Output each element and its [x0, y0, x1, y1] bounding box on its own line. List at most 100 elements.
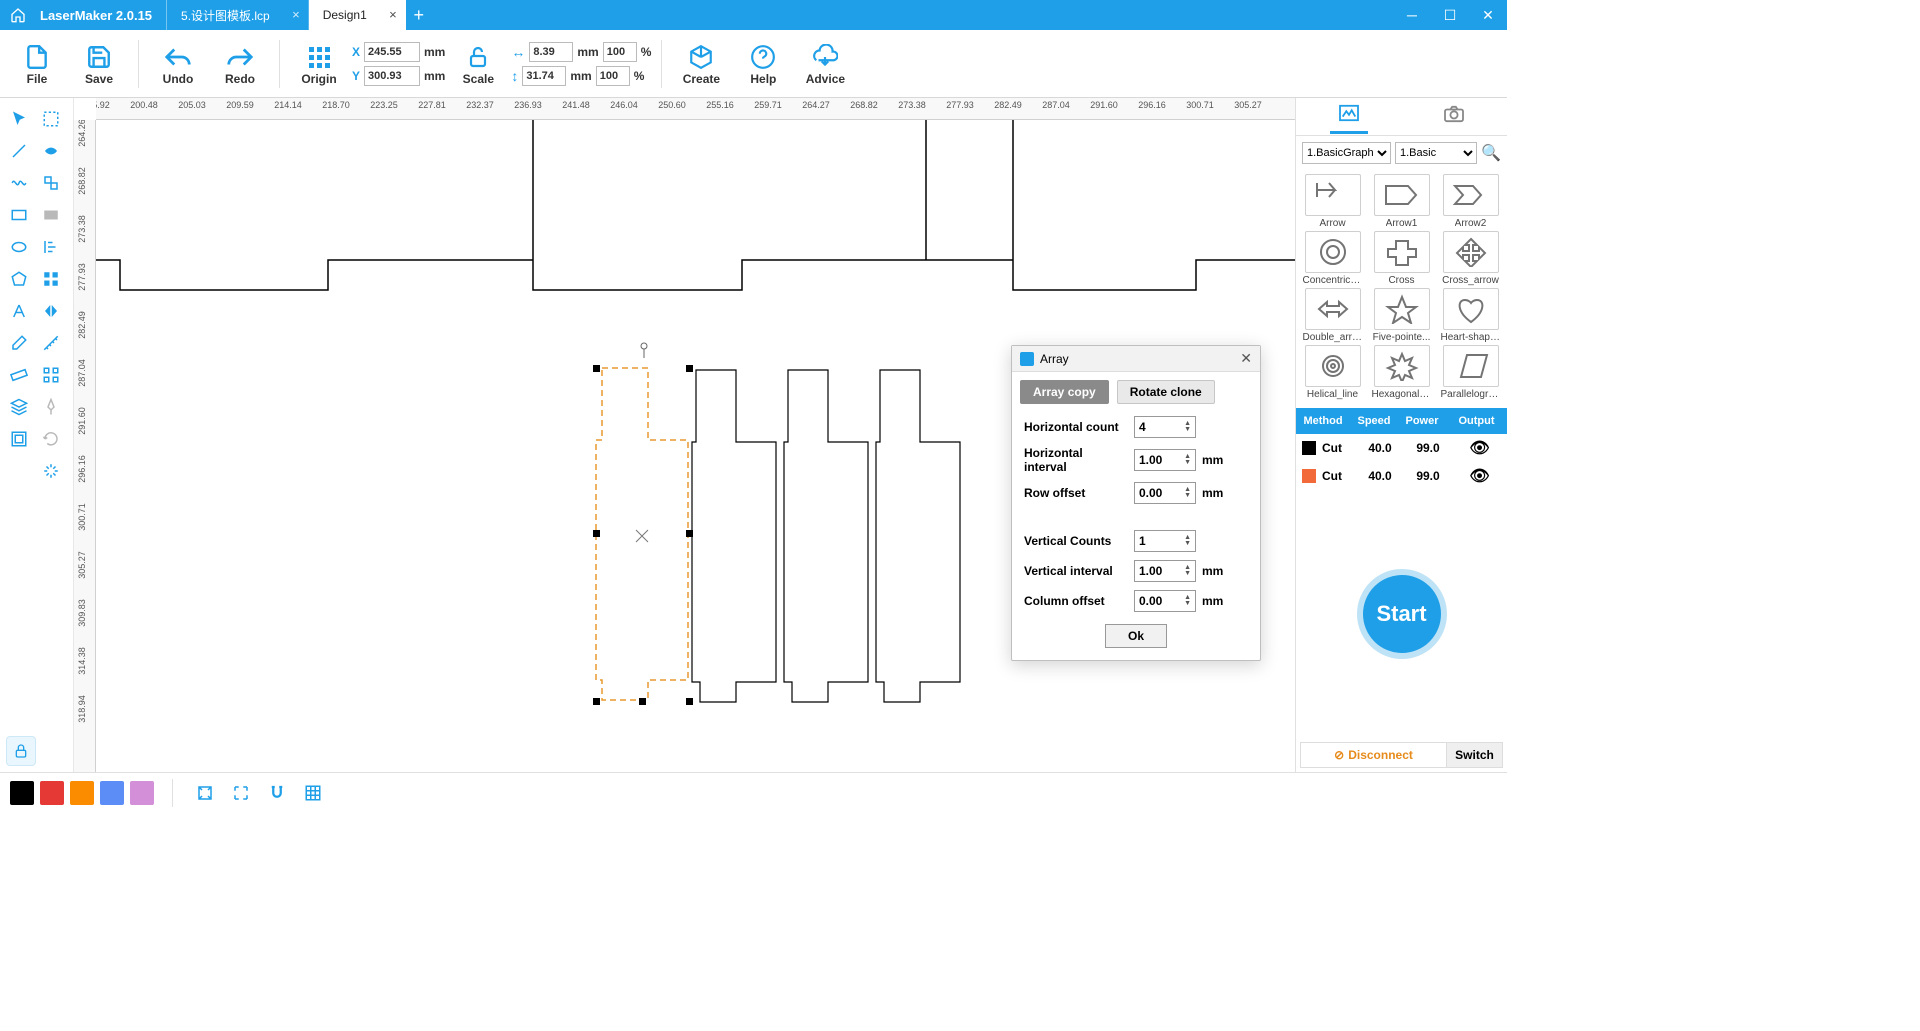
- redo-button[interactable]: Redo: [211, 35, 269, 93]
- save-button[interactable]: Save: [70, 35, 128, 93]
- layer-row-1[interactable]: Cut40.099.0👁: [1296, 462, 1507, 490]
- rect-fill-tool[interactable]: [36, 200, 66, 230]
- input-col-off[interactable]: 0.00▲▼: [1134, 590, 1196, 612]
- align-tool[interactable]: [36, 232, 66, 262]
- path-tool[interactable]: [36, 168, 66, 198]
- origin-button[interactable]: Origin: [290, 35, 348, 93]
- swatch-1[interactable]: [40, 781, 64, 805]
- close-button[interactable]: ✕: [1469, 7, 1507, 24]
- shape-sub-select[interactable]: 1.Basic: [1395, 142, 1477, 164]
- scale-button[interactable]: Scale: [449, 35, 507, 93]
- line-tool[interactable]: [4, 136, 34, 166]
- height-input[interactable]: [522, 66, 566, 86]
- input-v-count[interactable]: 1▲▼: [1134, 530, 1196, 552]
- ok-button[interactable]: Ok: [1105, 624, 1167, 648]
- layers-tool[interactable]: [4, 392, 34, 422]
- mirror-tool[interactable]: [36, 296, 66, 326]
- shape-arrow1[interactable]: Arrow1: [1369, 174, 1434, 229]
- shape-arrow2[interactable]: Arrow2: [1438, 174, 1503, 229]
- laser-tool[interactable]: [36, 456, 66, 486]
- polygon-tool[interactable]: [4, 264, 34, 294]
- shape-helical-line[interactable]: Helical_line: [1300, 345, 1365, 400]
- select-tool[interactable]: [4, 104, 34, 134]
- file-button[interactable]: File: [8, 35, 66, 93]
- handle-s[interactable]: [639, 698, 646, 705]
- rect-tool[interactable]: [4, 200, 34, 230]
- tab-array-copy[interactable]: Array copy: [1020, 380, 1109, 404]
- ellipse-tool[interactable]: [4, 232, 34, 262]
- swatch-3[interactable]: [100, 781, 124, 805]
- shape-five-pointe-[interactable]: Five-pointe...: [1369, 288, 1434, 343]
- tab-shapes[interactable]: [1330, 100, 1368, 134]
- x-input[interactable]: [364, 42, 420, 62]
- grid-button[interactable]: [299, 779, 327, 807]
- shape-fill-tool[interactable]: [36, 136, 66, 166]
- shape-parallelogram[interactable]: Parallelogram: [1438, 345, 1503, 400]
- handle-sw[interactable]: [593, 698, 600, 705]
- ruler-tool[interactable]: [4, 360, 34, 390]
- swatch-4[interactable]: [130, 781, 154, 805]
- minimize-button[interactable]: ─: [1393, 7, 1431, 23]
- input-h-count[interactable]: 4▲▼: [1134, 416, 1196, 438]
- shape-heart-shaped[interactable]: Heart-shaped: [1438, 288, 1503, 343]
- shape-cross-arrow[interactable]: Cross_arrow: [1438, 231, 1503, 286]
- text-tool[interactable]: [4, 296, 34, 326]
- height-pct-input[interactable]: [596, 66, 630, 86]
- eraser-tool[interactable]: [4, 328, 34, 358]
- fit-button[interactable]: [191, 779, 219, 807]
- shape-hexagonal-[interactable]: Hexagonal_...: [1369, 345, 1434, 400]
- dialog-close-icon[interactable]: ✕: [1240, 350, 1252, 367]
- grid-tool[interactable]: [36, 264, 66, 294]
- undo-button[interactable]: Undo: [149, 35, 207, 93]
- swatch-2[interactable]: [70, 781, 94, 805]
- rotate-handle[interactable]: [639, 342, 649, 358]
- width-pct-input[interactable]: [603, 42, 637, 62]
- handle-ne[interactable]: [686, 365, 693, 372]
- snap-button[interactable]: [263, 779, 291, 807]
- search-icon[interactable]: 🔍: [1481, 143, 1501, 163]
- rotate-tool[interactable]: [36, 424, 66, 454]
- crop-tool[interactable]: [4, 424, 34, 454]
- shape-concentric-[interactable]: Concentric_...: [1300, 231, 1365, 286]
- handle-nw[interactable]: [593, 365, 600, 372]
- pen-tool[interactable]: [36, 392, 66, 422]
- new-tab-button[interactable]: +: [406, 0, 432, 30]
- switch-button[interactable]: Switch: [1446, 743, 1502, 767]
- handle-e[interactable]: [686, 530, 693, 537]
- tab-1-close-icon[interactable]: ×: [389, 7, 397, 22]
- dialog-titlebar[interactable]: Array ✕: [1012, 346, 1260, 372]
- input-row-off[interactable]: 0.00▲▼: [1134, 482, 1196, 504]
- layer-visibility-icon[interactable]: 👁: [1452, 466, 1507, 486]
- tab-rotate-clone[interactable]: Rotate clone: [1117, 380, 1215, 404]
- disconnect-status[interactable]: ⊘Disconnect: [1301, 743, 1446, 767]
- zoom-extents-button[interactable]: [227, 779, 255, 807]
- layer-visibility-icon[interactable]: 👁: [1452, 438, 1507, 458]
- tab-1[interactable]: Design1 ×: [309, 0, 406, 30]
- measure-tool[interactable]: [36, 328, 66, 358]
- shape-arrow[interactable]: Arrow: [1300, 174, 1365, 229]
- lock-button[interactable]: [6, 736, 36, 766]
- input-v-interval[interactable]: 1.00▲▼: [1134, 560, 1196, 582]
- tab-camera[interactable]: [1435, 101, 1473, 132]
- tab-0[interactable]: 5.设计图模板.lcp ×: [167, 0, 309, 30]
- array-tool[interactable]: [36, 360, 66, 390]
- maximize-button[interactable]: ☐: [1431, 7, 1469, 24]
- handle-w[interactable]: [593, 530, 600, 537]
- y-input[interactable]: [364, 66, 420, 86]
- shape-category-select[interactable]: 1.BasicGraph: [1302, 142, 1391, 164]
- create-button[interactable]: Create: [672, 35, 730, 93]
- tab-0-close-icon[interactable]: ×: [292, 7, 300, 22]
- handle-se[interactable]: [686, 698, 693, 705]
- swatch-0[interactable]: [10, 781, 34, 805]
- help-button[interactable]: Help: [734, 35, 792, 93]
- shape-cross[interactable]: Cross: [1369, 231, 1434, 286]
- curve-tool[interactable]: [4, 168, 34, 198]
- start-button[interactable]: Start: [1357, 569, 1447, 659]
- layer-row-0[interactable]: Cut40.099.0👁: [1296, 434, 1507, 462]
- advice-button[interactable]: Advice: [796, 35, 854, 93]
- shape-double-arrow[interactable]: Double_arrow: [1300, 288, 1365, 343]
- canvas[interactable]: Array ✕ Array copy Rotate clone Horizont…: [96, 120, 1295, 772]
- input-h-interval[interactable]: 1.00▲▼: [1134, 449, 1196, 471]
- home-icon[interactable]: [0, 7, 36, 23]
- marquee-tool[interactable]: [36, 104, 66, 134]
